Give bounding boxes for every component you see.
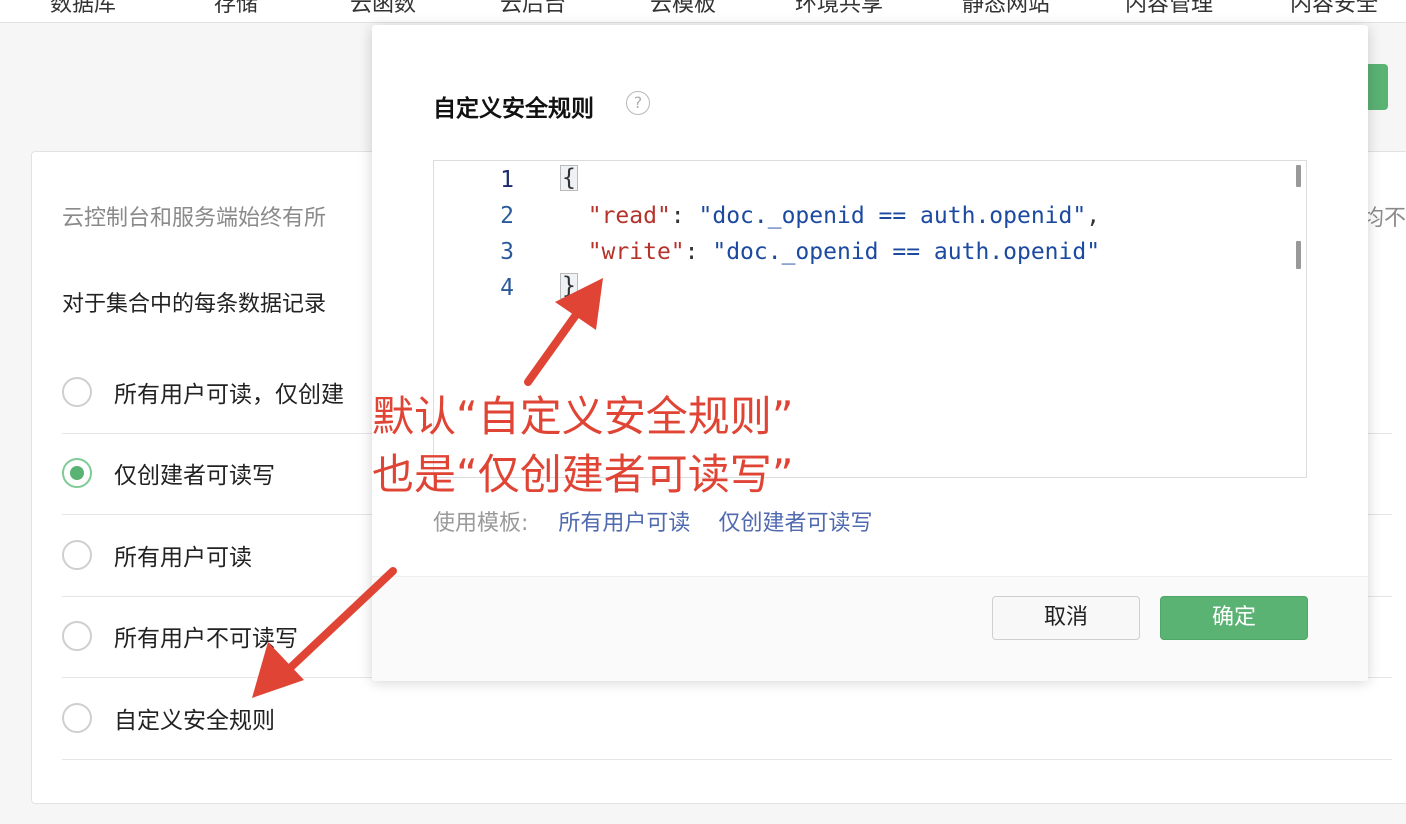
arrow-to-custom-option-icon	[252, 567, 397, 698]
arrow-to-code-icon	[524, 278, 603, 386]
annotation-arrows	[252, 278, 603, 698]
